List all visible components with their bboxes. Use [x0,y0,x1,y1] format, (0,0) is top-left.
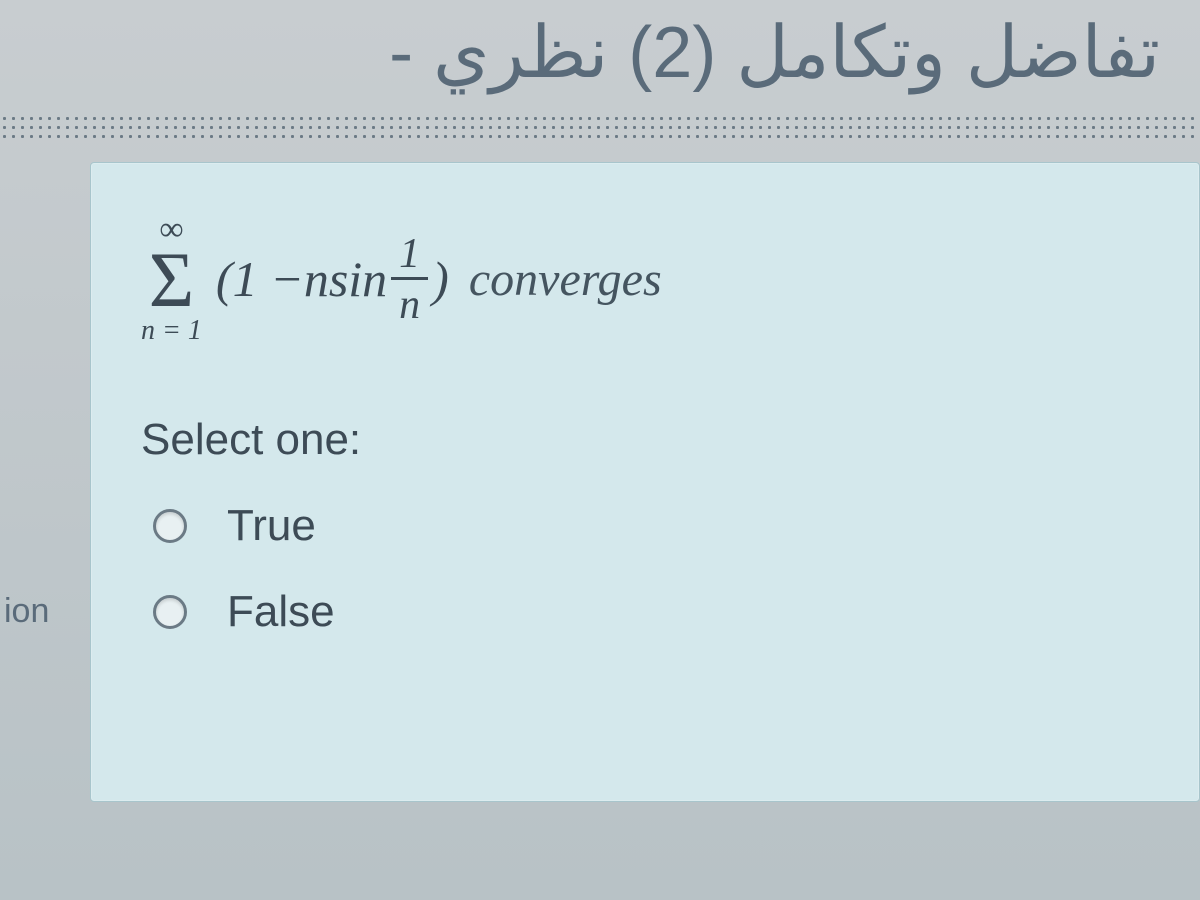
option-label: True [227,501,316,551]
fraction-denominator: n [399,280,420,326]
close-paren: ) [432,250,449,308]
option-true[interactable]: True [141,501,1149,551]
sidebar-fragment: ion [0,592,70,631]
question-card: ∞ Σ n = 1 ( 1 − n sin 1 n ) converges Se… [90,162,1200,802]
sigma-symbol: Σ [149,247,194,313]
course-title: تفاضل وتكامل (2) نظري - [40,10,1160,94]
converges-text: converges [469,252,662,307]
option-label: False [227,587,335,637]
sigma-block: ∞ Σ n = 1 [141,213,202,345]
select-one-prompt: Select one: [141,415,1149,465]
open-paren: ( [216,250,233,308]
separator-dotted [0,114,1200,142]
math-expression: ∞ Σ n = 1 ( 1 − n sin 1 n ) converges [141,213,1149,345]
radio-icon[interactable] [153,595,187,629]
paren-group: ( 1 − n sin 1 n ) [216,233,449,326]
option-false[interactable]: False [141,587,1149,637]
radio-icon[interactable] [153,509,187,543]
fraction-numerator: 1 [391,233,428,280]
page-header: تفاضل وتكامل (2) نظري - [0,0,1200,114]
sigma-lower-limit: n = 1 [141,317,202,345]
fraction: 1 n [391,233,428,326]
term-one: 1 − [233,250,304,308]
term-n: n [304,250,329,308]
term-sin: sin [329,250,387,308]
